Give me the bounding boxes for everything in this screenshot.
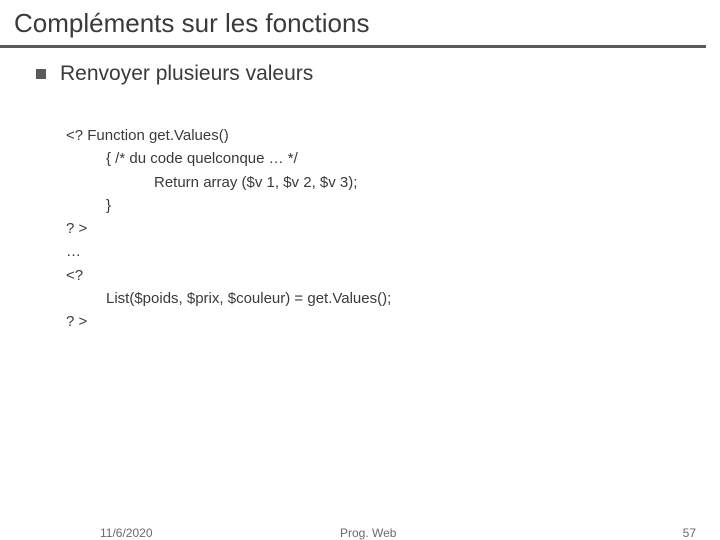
code-line: }: [66, 194, 720, 217]
code-block: <? Function get.Values() { /* du code qu…: [36, 86, 720, 333]
slide-title: Compléments sur les fonctions: [0, 0, 720, 43]
code-line: <? Function get.Values(): [66, 124, 720, 147]
code-line: <?: [66, 264, 720, 287]
code-line: …: [66, 240, 720, 263]
code-line: { /* du code quelconque … */: [66, 147, 720, 170]
code-line: ? >: [66, 217, 720, 240]
code-line: Return array ($v 1, $v 2, $v 3);: [66, 171, 720, 194]
slide: Compléments sur les fonctions Renvoyer p…: [0, 0, 720, 540]
code-line: ? >: [66, 310, 720, 333]
footer-date: 11/6/2020: [100, 526, 153, 540]
footer-page: 57: [683, 526, 696, 540]
footer-mid: Prog. Web: [340, 526, 396, 540]
subtitle: Renvoyer plusieurs valeurs: [60, 62, 313, 86]
square-bullet-icon: [36, 69, 46, 79]
content-area: Renvoyer plusieurs valeurs <? Function g…: [0, 48, 720, 333]
bullet-row: Renvoyer plusieurs valeurs: [36, 62, 720, 86]
code-line: List($poids, $prix, $couleur) = get.Valu…: [66, 287, 720, 310]
